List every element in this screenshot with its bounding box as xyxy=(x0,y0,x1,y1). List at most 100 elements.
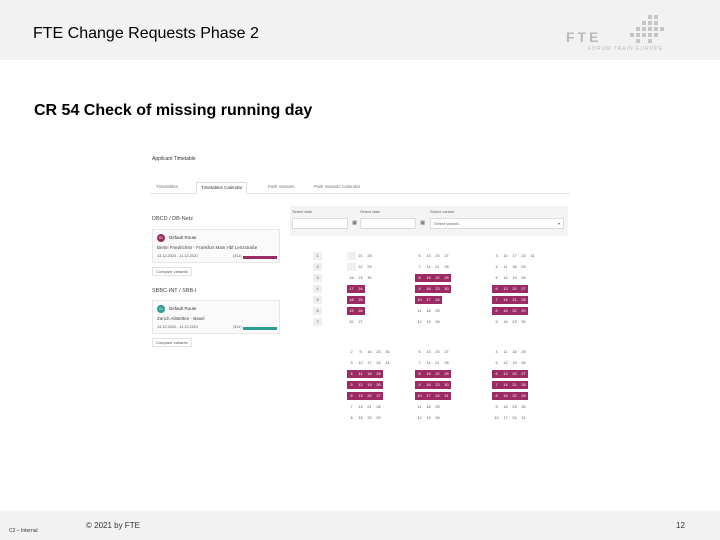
day-cell: 30 xyxy=(367,276,372,280)
day-cell: 25 xyxy=(521,350,526,354)
day-cell: 26 xyxy=(521,276,526,280)
running-day-cell: 23 xyxy=(433,285,442,293)
empty-day-cell: 2 xyxy=(313,263,322,271)
running-day-cell: 9 xyxy=(415,285,424,293)
day-cell: 31 xyxy=(530,254,535,258)
running-day-cell: 19 xyxy=(347,307,356,315)
day-cell: 16 xyxy=(367,350,372,354)
day-cell: 16 xyxy=(503,320,508,324)
companies-panel: DBCD / DB-Netz 01 Default Route Berlin F… xyxy=(152,216,282,356)
running-day-cell: 23 xyxy=(433,381,442,389)
day-cell: 15 xyxy=(358,416,363,420)
day-cell: 18 xyxy=(426,309,431,313)
applicant-timetable-screenshot: Applicant Timetable Timetables Timetable… xyxy=(150,150,570,425)
running-day-cell: 27 xyxy=(519,370,528,378)
day-cell: 19 xyxy=(426,416,431,420)
day-cell: 23 xyxy=(376,350,381,354)
running-day-cell: 15 xyxy=(424,370,433,378)
running-day-cell: 8 xyxy=(492,307,501,315)
logo-grid-icon xyxy=(630,15,664,43)
empty-day-cell: 6 xyxy=(313,307,322,315)
day-cell: 12 xyxy=(417,320,422,324)
day-cell: 10 xyxy=(494,416,499,420)
running-day-cell: 11 xyxy=(356,370,365,378)
running-day-cell: 30 xyxy=(442,381,451,389)
running-day-cell: 17 xyxy=(424,392,433,400)
day-cell: 23 xyxy=(358,276,363,280)
running-day-cell: 4 xyxy=(347,370,356,378)
day-cell: 22 xyxy=(367,416,372,420)
running-day-cell: 20 xyxy=(510,370,519,378)
route-text: Zürich Altstetten - Basel xyxy=(157,316,205,321)
day-cell: 6 xyxy=(418,254,421,258)
running-day-cell: 14 xyxy=(501,381,510,389)
day-cell: 26 xyxy=(435,416,440,420)
tab-path-variants-calendar[interactable]: Path Variants Calendar xyxy=(310,182,364,194)
empty-day-cell: 1 xyxy=(313,252,322,260)
day-cell: 26 xyxy=(521,361,526,365)
empty-day-cell xyxy=(347,252,356,260)
compare-variants-button[interactable]: Compare variants xyxy=(152,267,192,276)
variant-select[interactable]: Select variant... ▾ xyxy=(430,218,564,229)
running-day-cell: 22 xyxy=(510,392,519,400)
company-name: SBBC-INT / SBB-I xyxy=(152,288,197,294)
empty-day-cell: 3 xyxy=(313,274,322,282)
day-cell: 9 xyxy=(359,350,362,354)
running-day-cell: 9 xyxy=(415,381,424,389)
day-cell: 16 xyxy=(503,405,508,409)
running-day-cell: 8 xyxy=(415,274,424,282)
day-cell: 18 xyxy=(512,350,517,354)
day-cell: 26 xyxy=(435,320,440,324)
from-date-input[interactable]: ▦ xyxy=(292,218,357,229)
calendar-icon[interactable]: ▦ xyxy=(420,220,425,226)
day-cell: 20 xyxy=(435,254,440,258)
running-day-cell: 29 xyxy=(442,370,451,378)
route-text: Berlin Friedrichstr - Frankfurt Main Hbf… xyxy=(157,245,258,250)
variant-card[interactable]: 01 Default Route Zürich Altstetten - Bas… xyxy=(152,300,280,334)
running-day-cell: 21 xyxy=(510,296,519,304)
tab-timetables[interactable]: Timetables xyxy=(152,182,182,194)
calendar-icon[interactable]: ▦ xyxy=(352,220,357,226)
variant-label: Default Route xyxy=(169,235,197,240)
tab-path-variants[interactable]: Path Variants xyxy=(264,182,299,194)
variant-card[interactable]: 01 Default Route Berlin Friedrichstr - F… xyxy=(152,229,280,263)
running-day-cell: 16 xyxy=(424,285,433,293)
logo-text: FTE xyxy=(566,29,602,45)
running-days-bar xyxy=(243,256,277,259)
slide-title: FTE Change Requests Phase 2 xyxy=(33,25,259,42)
running-day-cell: 24 xyxy=(433,296,442,304)
day-cell: 28 xyxy=(376,405,381,409)
tab-timetables-calendar[interactable]: Timetables Calendar xyxy=(196,182,248,194)
running-day-cell: 24 xyxy=(356,285,365,293)
day-cell: 21 xyxy=(435,361,440,365)
day-cell: 19 xyxy=(426,320,431,324)
day-cell: 3 xyxy=(350,361,353,365)
running-day-cell: 10 xyxy=(415,296,424,304)
to-date-input[interactable]: ▦ xyxy=(360,218,425,229)
day-cell: 19 xyxy=(512,361,517,365)
day-cell: 29 xyxy=(367,265,372,269)
slide-footer: C2 – Internal © 2021 by FTE 12 xyxy=(0,511,720,540)
day-cell: 25 xyxy=(435,405,440,409)
day-cell: 28 xyxy=(444,265,449,269)
slide-header: FTE Change Requests Phase 2 FTE FORUM TR… xyxy=(0,0,720,60)
running-day-cell: 6 xyxy=(492,285,501,293)
app-title: Applicant Timetable xyxy=(152,156,196,162)
day-cell: 14 xyxy=(358,405,363,409)
empty-day-cell: 5 xyxy=(313,296,322,304)
running-day-cell: 22 xyxy=(433,274,442,282)
day-cell: 23 xyxy=(512,320,517,324)
day-cell: 10 xyxy=(503,254,508,258)
day-cell: 24 xyxy=(521,254,526,258)
copyright: © 2021 by FTE xyxy=(86,521,140,530)
compare-variants-button[interactable]: Compare variants xyxy=(152,338,192,347)
page-number: 12 xyxy=(676,521,685,530)
day-cell: 30 xyxy=(521,405,526,409)
running-day-cell: 29 xyxy=(442,274,451,282)
day-cell: 4 xyxy=(495,265,498,269)
date-range: 13.12.2020 - 11.12.2021 xyxy=(157,254,199,258)
day-cell: 28 xyxy=(367,254,372,258)
day-cell: 20 xyxy=(349,320,354,324)
running-day-cell: 12 xyxy=(356,381,365,389)
day-cell: 17 xyxy=(367,361,372,365)
